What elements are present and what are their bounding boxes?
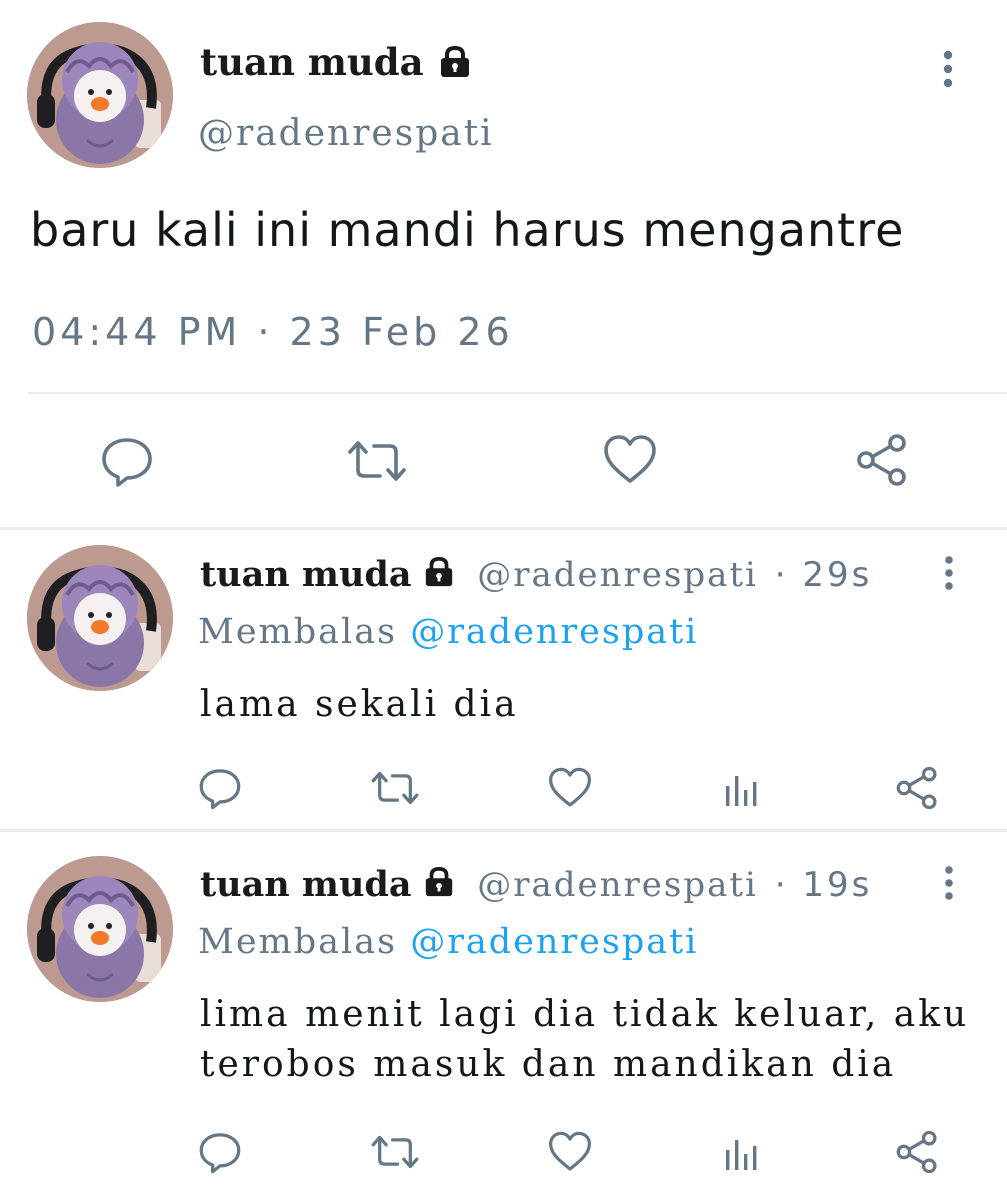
avatar[interactable] (27, 545, 173, 691)
reply-text: lima menit lagi dia tidak keluar, aku te… (200, 994, 970, 1085)
handle[interactable]: @radenrespati (477, 555, 758, 595)
avatar[interactable] (27, 22, 173, 168)
avatar-image (27, 856, 173, 1002)
reply-icon[interactable] (198, 766, 242, 810)
reply-header: tuan muda @radenrespati · 29s (200, 554, 872, 597)
tweet-text: baru kali ini mandi harus mengantre (30, 203, 905, 257)
share-icon[interactable] (855, 433, 909, 487)
more-vertical-icon[interactable] (938, 556, 960, 592)
replying-label: Membalas (198, 922, 398, 962)
more-vertical-icon[interactable] (938, 866, 960, 902)
reply-time: · 19s (774, 865, 873, 905)
handle[interactable]: @radenrespati (477, 865, 758, 905)
mention-link[interactable]: @radenrespati (410, 922, 698, 962)
reply-text: lama sekali dia (200, 684, 519, 725)
heart-icon[interactable] (603, 434, 657, 486)
lock-icon (422, 866, 456, 907)
replying-to: Membalas @radenrespati (198, 922, 698, 962)
avatar-image (27, 22, 173, 168)
avatar[interactable] (27, 856, 173, 1002)
divider (28, 392, 1007, 394)
share-icon[interactable] (895, 1130, 939, 1174)
analytics-icon[interactable] (722, 1132, 762, 1174)
reply-header: tuan muda @radenrespati · 19s (200, 864, 872, 907)
reply-tweet: tuan muda @radenrespati · 29s Membalas @… (0, 530, 1007, 832)
retweet-icon[interactable] (370, 767, 420, 809)
share-icon[interactable] (895, 766, 939, 810)
reply-icon[interactable] (198, 1130, 242, 1174)
replying-to: Membalas @radenrespati (198, 612, 698, 652)
display-name-text[interactable]: tuan muda (200, 40, 424, 84)
lock-icon (437, 44, 473, 88)
reply-time: · 29s (774, 555, 873, 595)
heart-icon[interactable] (548, 1131, 592, 1173)
analytics-icon[interactable] (722, 768, 762, 810)
display-name[interactable]: tuan muda (200, 864, 412, 905)
avatar-image (27, 545, 173, 691)
display-name[interactable]: tuan muda (200, 40, 473, 88)
handle[interactable]: @radenrespati (198, 113, 494, 154)
retweet-icon[interactable] (346, 436, 408, 486)
main-tweet: tuan muda @radenrespati baru kali ini ma… (0, 0, 1007, 528)
lock-icon (422, 556, 456, 597)
reply-tweet: tuan muda @radenrespati · 19s Membalas @… (0, 832, 1007, 1200)
more-vertical-icon[interactable] (936, 50, 960, 90)
heart-icon[interactable] (548, 767, 592, 809)
display-name[interactable]: tuan muda (200, 554, 412, 595)
retweet-icon[interactable] (370, 1131, 420, 1173)
tweet-timestamp: 04:44 PM · 23 Feb 26 (32, 310, 514, 354)
mention-link[interactable]: @radenrespati (410, 612, 698, 652)
replying-label: Membalas (198, 612, 398, 652)
reply-icon[interactable] (100, 434, 154, 488)
